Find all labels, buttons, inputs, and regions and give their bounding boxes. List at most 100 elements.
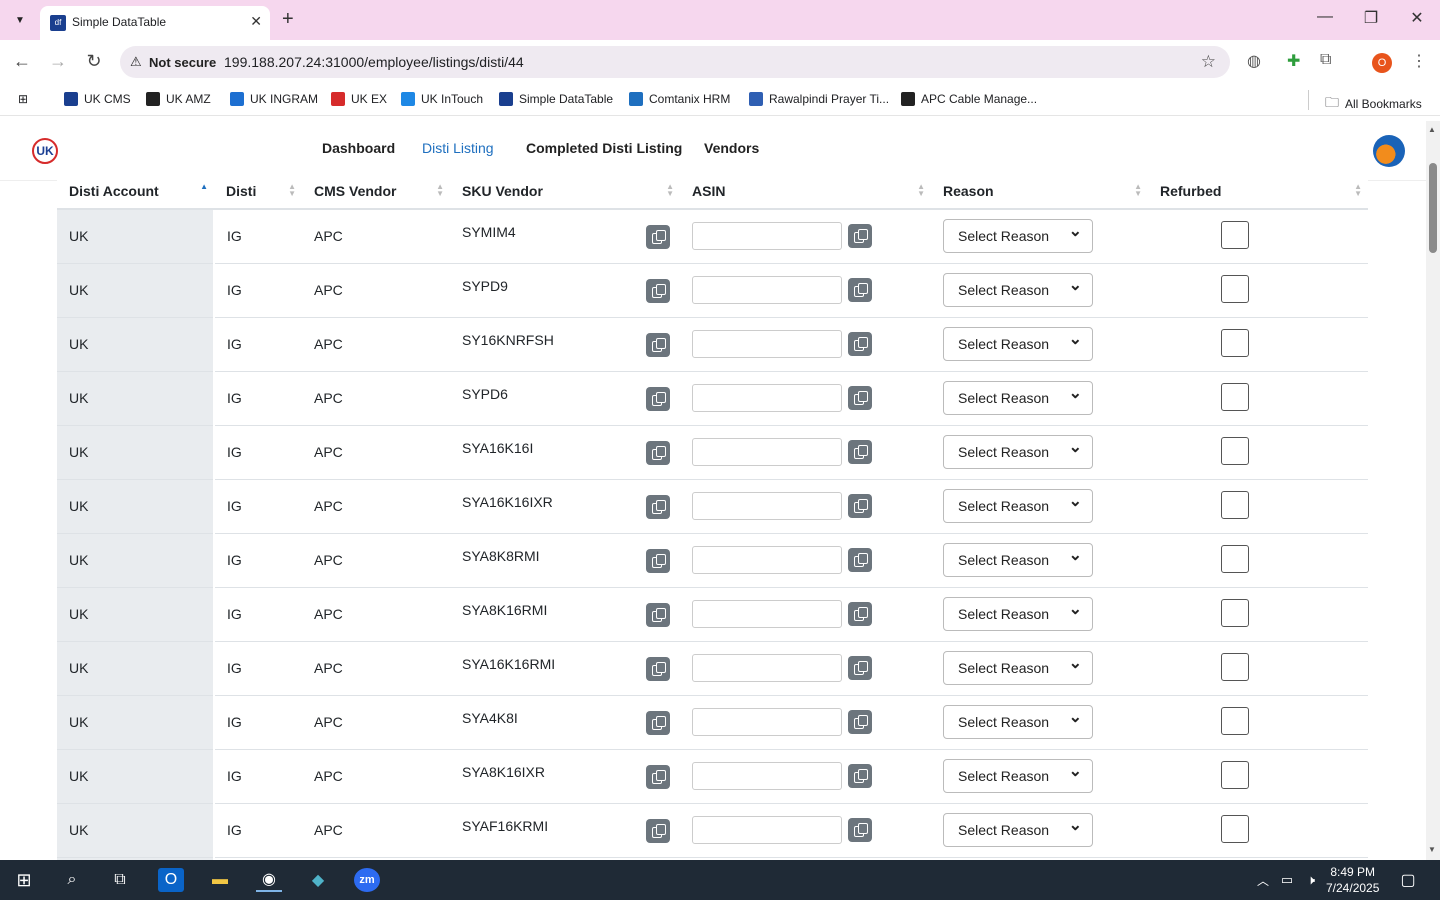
column-header-disti-account[interactable]: Disti Account ▲ bbox=[57, 173, 214, 210]
window-close-icon[interactable]: ✕ bbox=[1405, 8, 1429, 28]
bookmark-item[interactable]: APC Cable Manage... bbox=[901, 92, 1037, 106]
bookmark-item[interactable]: UK InTouch bbox=[401, 92, 483, 106]
reason-select[interactable]: Select Reason bbox=[943, 378, 1093, 415]
volume-muted-icon[interactable]: 🕨 bbox=[1298, 868, 1324, 892]
search-icon[interactable]: ⌕ bbox=[59, 868, 85, 892]
nav-disti-listing[interactable]: Disti Listing bbox=[422, 140, 494, 156]
minimize-icon[interactable]: — bbox=[1313, 8, 1337, 26]
copy-sku-icon[interactable] bbox=[646, 764, 670, 789]
refurbed-checkbox[interactable] bbox=[1221, 382, 1249, 411]
copy-asin-icon[interactable] bbox=[848, 710, 872, 734]
uk-logo[interactable]: UK bbox=[32, 138, 58, 164]
scroll-up-icon[interactable]: ▲ bbox=[1428, 125, 1436, 134]
column-header-refurbed[interactable]: Refurbed ▲ ▼ bbox=[1148, 173, 1368, 210]
task-view-icon[interactable]: ⧉ bbox=[107, 868, 133, 892]
bookmark-item[interactable]: UK AMZ bbox=[146, 92, 211, 106]
scroll-thumb[interactable] bbox=[1429, 163, 1437, 253]
reason-select[interactable]: Select Reason bbox=[943, 810, 1093, 847]
bookmark-item[interactable]: UK CMS bbox=[64, 92, 131, 106]
reason-select[interactable]: Select Reason bbox=[943, 270, 1093, 307]
column-header-sku-vendor[interactable]: SKU Vendor ▲ ▼ bbox=[450, 173, 680, 210]
asin-input[interactable] bbox=[692, 276, 842, 304]
not-secure-label[interactable]: Not secure bbox=[149, 55, 216, 70]
copy-asin-icon[interactable] bbox=[848, 764, 872, 788]
reason-select[interactable]: Select Reason bbox=[943, 594, 1093, 631]
column-header-asin[interactable]: ASIN ▲ ▼ bbox=[680, 173, 931, 210]
copy-asin-icon[interactable] bbox=[848, 602, 872, 626]
reason-select[interactable]: Select Reason bbox=[943, 324, 1093, 361]
refurbed-checkbox[interactable] bbox=[1221, 814, 1249, 843]
reload-icon[interactable]: ↻ bbox=[82, 51, 106, 72]
refurbed-checkbox[interactable] bbox=[1221, 544, 1249, 573]
browser-tab-active[interactable]: df Simple DataTable ✕ bbox=[40, 6, 270, 40]
refurbed-checkbox[interactable] bbox=[1221, 220, 1249, 249]
reason-select[interactable]: Select Reason bbox=[943, 648, 1093, 685]
refurbed-checkbox[interactable] bbox=[1221, 436, 1249, 465]
all-bookmarks[interactable]: 🗀 All Bookmarks bbox=[1325, 92, 1422, 116]
refurbed-checkbox[interactable] bbox=[1221, 490, 1249, 519]
nav-dashboard[interactable]: Dashboard bbox=[322, 140, 395, 156]
notifications-icon[interactable]: ▢ bbox=[1395, 868, 1421, 892]
asin-input[interactable] bbox=[692, 384, 842, 412]
asin-input[interactable] bbox=[692, 330, 842, 358]
windows-start-icon[interactable]: ⊞ bbox=[11, 868, 37, 892]
asin-input[interactable] bbox=[692, 762, 842, 790]
bookmark-item[interactable]: UK EX bbox=[331, 92, 387, 106]
bookmark-item[interactable]: Rawalpindi Prayer Ti... bbox=[749, 92, 889, 106]
copy-sku-icon[interactable] bbox=[646, 440, 670, 465]
page-scrollbar[interactable]: ▲ ▼ bbox=[1426, 121, 1440, 860]
tab-close-icon[interactable]: ✕ bbox=[250, 13, 262, 30]
app-diamond-icon[interactable]: ◆ bbox=[305, 868, 331, 892]
reason-select[interactable]: Select Reason bbox=[943, 216, 1093, 254]
refurbed-checkbox[interactable] bbox=[1221, 328, 1249, 357]
bookmark-item[interactable]: Simple DataTable bbox=[499, 92, 613, 106]
chrome-icon[interactable]: ◉ bbox=[256, 868, 282, 892]
refurbed-checkbox[interactable] bbox=[1221, 706, 1249, 735]
copy-sku-icon[interactable] bbox=[646, 386, 670, 411]
reason-select[interactable]: Select Reason bbox=[943, 486, 1093, 523]
column-header-cms-vendor[interactable]: CMS Vendor ▲ ▼ bbox=[302, 173, 450, 210]
bookmark-star-icon[interactable]: ☆ bbox=[1201, 52, 1216, 72]
apps-grid-icon[interactable]: ⊞ bbox=[18, 92, 28, 106]
bookmark-item[interactable]: UK INGRAM bbox=[230, 92, 318, 106]
copy-sku-icon[interactable] bbox=[646, 602, 670, 627]
reason-select[interactable]: Select Reason bbox=[943, 540, 1093, 577]
globe-extension-icon[interactable]: ◍ bbox=[1247, 51, 1261, 71]
asin-input[interactable] bbox=[692, 546, 842, 574]
bookmark-item[interactable]: Comtanix HRM bbox=[629, 92, 730, 106]
copy-sku-icon[interactable] bbox=[646, 225, 670, 249]
copy-asin-icon[interactable] bbox=[848, 548, 872, 572]
copy-sku-icon[interactable] bbox=[646, 818, 670, 843]
new-tab-button[interactable]: + bbox=[282, 8, 294, 31]
warning-triangle-icon[interactable]: ⚠ bbox=[130, 54, 142, 70]
tray-chevron-icon[interactable]: ︿ bbox=[1250, 868, 1276, 892]
extensions-puzzle-icon[interactable]: ⧉ bbox=[1320, 51, 1331, 69]
address-bar[interactable]: ⚠ Not secure 199.188.207.24:31000/employ… bbox=[120, 46, 1230, 78]
copy-sku-icon[interactable] bbox=[646, 494, 670, 519]
column-header-reason[interactable]: Reason ▲ ▼ bbox=[931, 173, 1148, 210]
refurbed-checkbox[interactable] bbox=[1221, 598, 1249, 627]
asin-input[interactable] bbox=[692, 654, 842, 682]
column-header-disti[interactable]: Disti ▲ ▼ bbox=[214, 173, 302, 210]
asin-input[interactable] bbox=[692, 492, 842, 520]
copy-asin-icon[interactable] bbox=[848, 386, 872, 410]
asin-input[interactable] bbox=[692, 708, 842, 736]
restore-icon[interactable]: ❐ bbox=[1359, 8, 1383, 28]
nav-vendors[interactable]: Vendors bbox=[704, 140, 759, 156]
reason-select[interactable]: Select Reason bbox=[943, 432, 1093, 469]
asin-input[interactable] bbox=[692, 222, 842, 251]
forward-arrow-icon[interactable]: → bbox=[46, 51, 70, 72]
network-icon[interactable]: ▭ bbox=[1274, 868, 1300, 892]
taskbar-clock[interactable]: 8:49 PM 7/24/2025 bbox=[1326, 864, 1379, 896]
copy-asin-icon[interactable] bbox=[848, 818, 872, 842]
user-avatar[interactable] bbox=[1373, 135, 1405, 167]
refurbed-checkbox[interactable] bbox=[1221, 652, 1249, 681]
chrome-menu-icon[interactable]: ⋮ bbox=[1411, 51, 1427, 71]
copy-sku-icon[interactable] bbox=[646, 710, 670, 735]
copy-sku-icon[interactable] bbox=[646, 656, 670, 681]
plus-extension-icon[interactable]: ✚ bbox=[1287, 51, 1300, 71]
scroll-down-icon[interactable]: ▼ bbox=[1428, 845, 1436, 854]
copy-sku-icon[interactable] bbox=[646, 332, 670, 357]
copy-asin-icon[interactable] bbox=[848, 440, 872, 464]
copy-asin-icon[interactable] bbox=[848, 278, 872, 302]
